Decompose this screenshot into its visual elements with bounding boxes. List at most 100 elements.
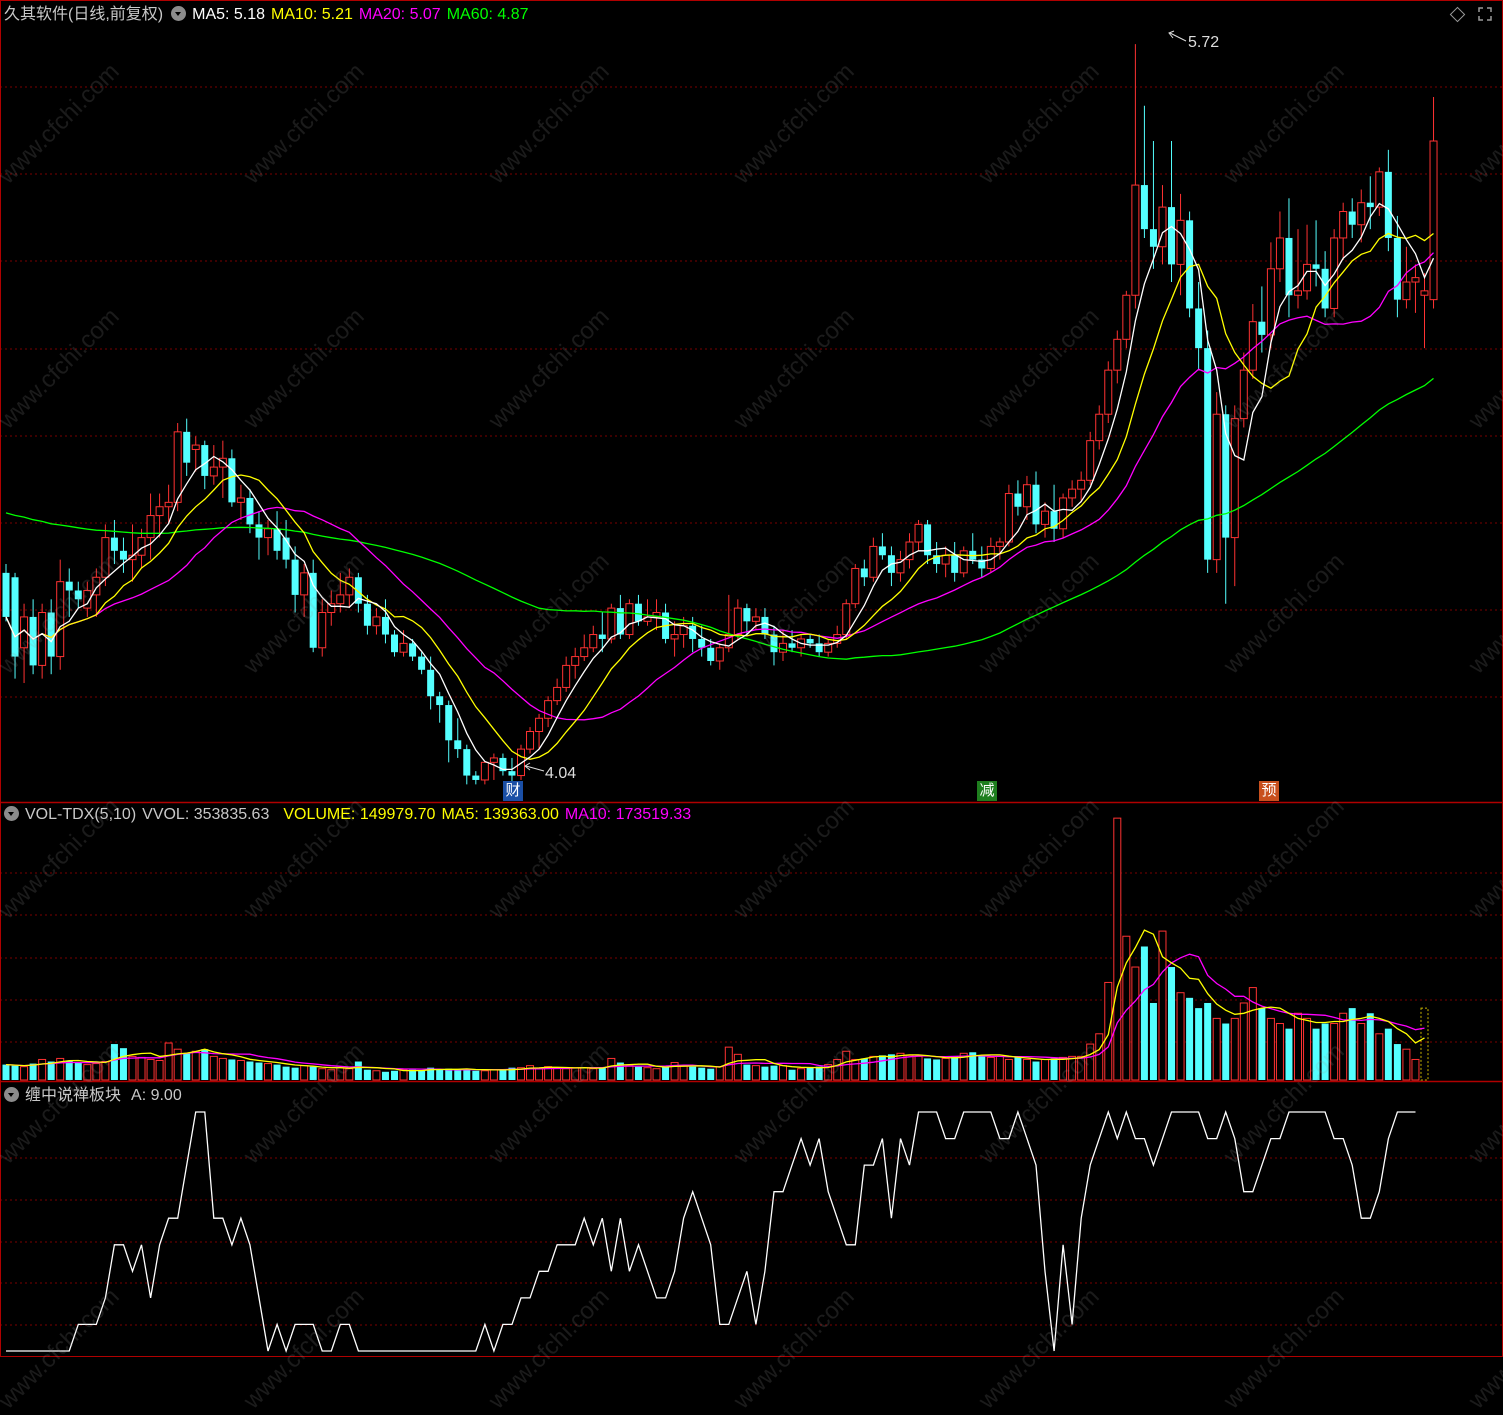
candle-body [1393, 237, 1401, 300]
candle-body [489, 757, 498, 763]
volume-bar [291, 1067, 299, 1080]
volume-bar [1086, 1043, 1095, 1081]
candle-body [1168, 207, 1176, 265]
candle-body [1149, 229, 1157, 247]
volume-bar [869, 1055, 878, 1081]
candle-body [391, 634, 399, 653]
volume-bar [951, 1056, 959, 1080]
volume-bar [643, 1067, 652, 1081]
volume-bar [1212, 1017, 1221, 1081]
candle-body [707, 647, 715, 661]
price-annotations: 5.72 4.04 [524, 30, 1219, 782]
volume-bar [634, 1066, 642, 1080]
candle-body [1113, 338, 1122, 371]
candle-body [1266, 268, 1275, 336]
volume-bar [562, 1068, 571, 1081]
candle-body [1402, 281, 1411, 301]
stock-chart-window: 5.72 4.04 [0, 0, 1503, 1357]
candle-body [869, 545, 878, 578]
candle-body [183, 431, 191, 463]
candle-body [995, 541, 1004, 547]
volume-bar [164, 1042, 173, 1081]
candle-body [1294, 290, 1303, 296]
candle-body [74, 590, 82, 600]
volume-bar [851, 1058, 860, 1081]
indicator-panel-header: 缠中说禅板块 A: 9.00 [4, 1085, 188, 1107]
candle-body [1140, 185, 1148, 230]
candle-body [788, 643, 796, 648]
volume-bar [155, 1059, 164, 1081]
volume-bar [372, 1070, 381, 1081]
volume-bar [761, 1066, 769, 1080]
volume-bar [607, 1057, 616, 1081]
volume-bar [1339, 1012, 1348, 1081]
volume-bar [1004, 1058, 1013, 1081]
volume-bar [318, 1068, 327, 1081]
volume-bar [860, 1058, 868, 1080]
dropdown-icon[interactable] [4, 806, 19, 821]
volume-bars [2, 817, 1429, 1081]
forecast-marker[interactable]: 预 [1259, 781, 1279, 801]
candle-body [445, 705, 453, 741]
volume-bar [1176, 992, 1185, 1081]
candle-body [1375, 171, 1384, 208]
candle-body [516, 748, 525, 777]
volume-bar [1393, 1044, 1401, 1080]
volume-bar [797, 1068, 806, 1081]
vol-ma10-value: MA10: 173519.33 [564, 806, 692, 823]
indicator-line [6, 1109, 1416, 1354]
candle-body [580, 647, 589, 658]
candle-body [1212, 413, 1221, 561]
reduction-marker[interactable]: 减 [977, 781, 997, 801]
volume-bar [472, 1070, 480, 1080]
volume-bar [1230, 1017, 1239, 1081]
volume-bar [707, 1068, 715, 1080]
candle-body [191, 444, 200, 450]
candle-body [562, 664, 571, 688]
volume-bar [65, 1060, 73, 1080]
volume-bar [1303, 1017, 1312, 1081]
volume-bar [806, 1067, 814, 1080]
earnings-marker[interactable]: 财 [503, 781, 523, 801]
maximize-icon[interactable] [1478, 7, 1492, 21]
volume-bar [29, 1063, 37, 1080]
volume-bar [1285, 1028, 1293, 1080]
volume-bar [788, 1069, 796, 1080]
grid-lines [0, 86, 1503, 1326]
volume-panel-header: VOL-TDX(5,10) VVOL: 353835.63 VOLUME: 1499… [4, 804, 697, 826]
volume-bar [1104, 981, 1113, 1081]
volume-bar [1113, 817, 1122, 1081]
volume-bar [1402, 1048, 1411, 1081]
candle-body [1131, 184, 1140, 296]
volume-bar [282, 1066, 290, 1080]
candle-body [436, 696, 444, 706]
candle-body [29, 616, 37, 666]
candle-body [1258, 321, 1266, 335]
candle-body [770, 634, 778, 653]
volume-bar [273, 1064, 281, 1080]
candle-body [2, 572, 10, 617]
volume-bar [418, 1070, 426, 1080]
dropdown-icon[interactable] [171, 6, 187, 21]
volume-bar [209, 1055, 218, 1081]
volume-bar [137, 1056, 146, 1081]
volume-bar [236, 1059, 245, 1081]
volume-bar [1068, 1055, 1077, 1081]
volume-bar [399, 1069, 408, 1081]
candle-body [300, 572, 309, 596]
candle-body [1303, 263, 1312, 292]
candle-body [418, 656, 426, 670]
candle-body [1077, 479, 1086, 490]
volume-bar [770, 1065, 778, 1080]
volume-bar [1131, 966, 1140, 1081]
volume-bar [436, 1069, 444, 1080]
candle-body [1176, 219, 1185, 265]
candle-body [508, 771, 516, 776]
volume-bar [1366, 1013, 1374, 1080]
ma20-value: MA20: 5.07 [358, 6, 441, 23]
candle-body [1285, 237, 1293, 296]
candle-body [1348, 211, 1356, 225]
dropdown-icon[interactable] [4, 1087, 19, 1102]
candle-body [146, 515, 155, 539]
candle-body [1384, 171, 1392, 238]
